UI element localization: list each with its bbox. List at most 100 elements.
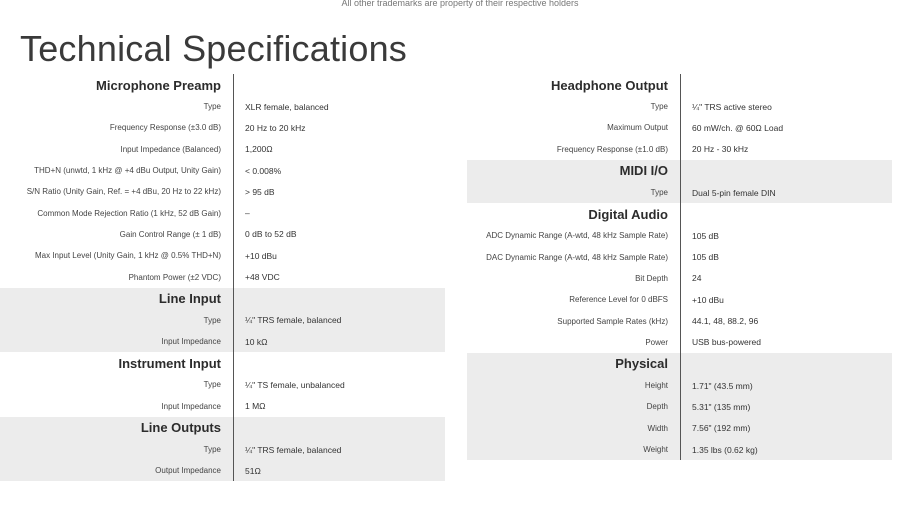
section-title: Line Input [158,291,221,307]
spec-label: Phantom Power (±2 VDC) [128,272,221,282]
spec-section-headphone-output: Headphone Output Type ¼" TRS active stereo… [467,74,892,160]
spec-row: Common Mode Rejection Ratio (1 kHz, 52 d… [0,202,445,224]
spec-label: Input Impedance [161,337,221,347]
spec-value: 0 dB to 52 dB [233,223,297,246]
spec-row: Max Input Level (Unity Gain, 1 kHz @ 0.5… [0,245,445,267]
section-header: Digital Audio [467,203,892,226]
spec-row: THD+N (unwtd, 1 kHz @ +4 dBu Output, Uni… [0,159,445,182]
section-divider [233,352,245,375]
spec-row: Frequency Response (±1.0 dB) 20 Hz - 30 k… [467,138,892,160]
section-header: Physical [467,352,892,375]
spec-value: < 0.008% [233,159,281,182]
spec-row: S/N Ratio (Unity Gain, Ref. = +4 dBu, 20… [0,181,445,203]
section-title: Physical [615,356,668,372]
spec-value: 1 MΩ [233,395,266,417]
spec-section-instrument-input: Instrument Input Type ¼" TS female, unbala… [0,352,445,417]
spec-label: Type [203,315,221,325]
spec-row: Power USB bus-powered [467,331,892,353]
spec-row: Maximum Output 60 mW/ch. @ 60Ω Load [467,117,892,139]
section-header: Microphone Preamp [0,74,445,96]
section-title: Digital Audio [588,206,668,222]
spec-value: ¼" TS female, unbalanced [233,374,345,396]
spec-row: Height 1.71" (43.5 mm) [467,374,892,397]
spec-label: S/N Ratio (Unity Gain, Ref. = +4 dBu, 20… [26,187,221,197]
spec-section-microphone-preamp: Microphone Preamp Type XLR female, balance… [0,74,445,288]
section-header: Line Outputs [0,416,445,439]
spec-row: DAC Dynamic Range (A-wtd, 48 kHz Sample … [467,246,892,268]
spec-value: +10 dBu [680,289,724,311]
spec-row: Input Impedance (Balanced) 1,200Ω [0,138,445,160]
section-divider [233,74,245,96]
section-title: Line Outputs [140,420,221,436]
spec-label: Width [647,423,668,433]
spec-value: ¼" TRS female, balanced [233,438,341,461]
spec-label: Input Impedance [161,401,221,411]
spec-label: Reference Level for 0 dBFS [569,295,668,305]
spec-label: Frequency Response (±1.0 dB) [556,144,668,154]
spec-value: 44.1, 48, 88.2, 96 [680,310,758,332]
section-title: Microphone Preamp [96,77,221,93]
left-spec-column: Microphone Preamp Type XLR female, balance… [0,74,445,482]
spec-row: Gain Control Range (± 1 dB) 0 dB to 52 dB [0,223,445,246]
spec-row: Type Dual 5-pin female DIN [467,181,892,204]
spec-label: Type [203,445,221,454]
spec-label: Common Mode Rejection Ratio (1 kHz, 52 d… [37,208,221,218]
spec-row: Output Impedance 51Ω [0,460,445,482]
spec-value: 105 dB [680,246,719,268]
spec-row: Frequency Response (±3.0 dB) 20 Hz to 20 … [0,117,445,139]
spec-section-physical: Physical Height 1.71" (43.5 mm) Depth 5.31" … [467,352,892,461]
section-title: MIDI I/O [619,163,668,179]
spec-label: Type [203,102,221,112]
spec-value: 1.35 lbs (0.62 kg) [680,438,758,461]
spec-row: Phantom Power (±2 VDC) +48 VDC [0,266,445,288]
spec-row: Width 7.56" (192 mm) [467,417,892,439]
spec-label: Bit Depth [635,273,668,283]
spec-value: XLR female, balanced [233,96,329,118]
spec-value: ¼" TRS female, balanced [233,309,341,331]
spec-label: Output Impedance [155,466,221,476]
spec-value: 1.71" (43.5 mm) [680,374,753,397]
spec-value: ¼" TRS active stereo [680,96,772,118]
spec-row: Weight 1.35 lbs (0.62 kg) [467,438,892,461]
spec-label: Depth [646,402,668,412]
section-header: Headphone Output [467,74,892,96]
spec-label: Weight [643,445,668,454]
section-divider [233,416,245,439]
spec-label: Power [645,337,668,347]
spec-label: DAC Dynamic Range (A-wtd, 48 kHz Sample … [486,252,668,262]
spec-label: THD+N (unwtd, 1 kHz @ +4 dBu Output, Uni… [34,166,221,176]
section-divider [233,287,245,310]
spec-value: 7.56" (192 mm) [680,417,750,439]
spec-row: ADC Dynamic Range (A-wtd, 48 kHz Sample … [467,225,892,247]
spec-row: Supported Sample Rates (kHz) 44.1, 48, 88… [467,310,892,332]
spec-label: Max Input Level (Unity Gain, 1 kHz @ 0.5… [34,251,221,261]
spec-row: Input Impedance 10 kΩ [0,330,445,353]
section-header: MIDI I/O [467,159,892,182]
spec-label: Input Impedance (Balanced) [120,144,221,154]
spec-value: 60 mW/ch. @ 60Ω Load [680,117,783,139]
spec-row: Type ¼" TRS female, balanced [0,309,445,331]
spec-value: Dual 5-pin female DIN [680,181,776,204]
spec-value: 20 Hz - 30 kHz [680,138,748,160]
spec-value: – [233,202,250,224]
spec-value: USB bus-powered [680,331,761,353]
spec-section-line-input: Line Input Type ¼" TRS female, balanced Inp… [0,287,445,353]
section-title: Instrument Input [118,355,221,371]
spec-section-digital-audio: Digital Audio ADC Dynamic Range (A-wtd, 4… [467,203,892,353]
section-header: Instrument Input [0,352,445,375]
section-divider [680,159,692,182]
spec-row: Type ¼" TRS female, balanced [0,438,445,461]
spec-section-line-outputs: Line Outputs Type ¼" TRS female, balanced O… [0,416,445,482]
spec-value: 20 Hz to 20 kHz [233,117,305,139]
spec-label: Height [644,381,668,391]
spec-row: Type XLR female, balanced [0,96,445,118]
spec-label: Frequency Response (±3.0 dB) [109,123,221,133]
section-title: Headphone Output [551,77,668,93]
spec-label: Gain Control Range (± 1 dB) [119,229,221,239]
spec-label: Supported Sample Rates (kHz) [557,316,668,326]
spec-label: ADC Dynamic Range (A-wtd, 48 kHz Sample … [486,231,668,241]
spec-label: Type [650,102,668,112]
spec-row: Input Impedance 1 MΩ [0,395,445,417]
spec-label: Type [203,380,221,390]
section-divider [680,203,692,226]
